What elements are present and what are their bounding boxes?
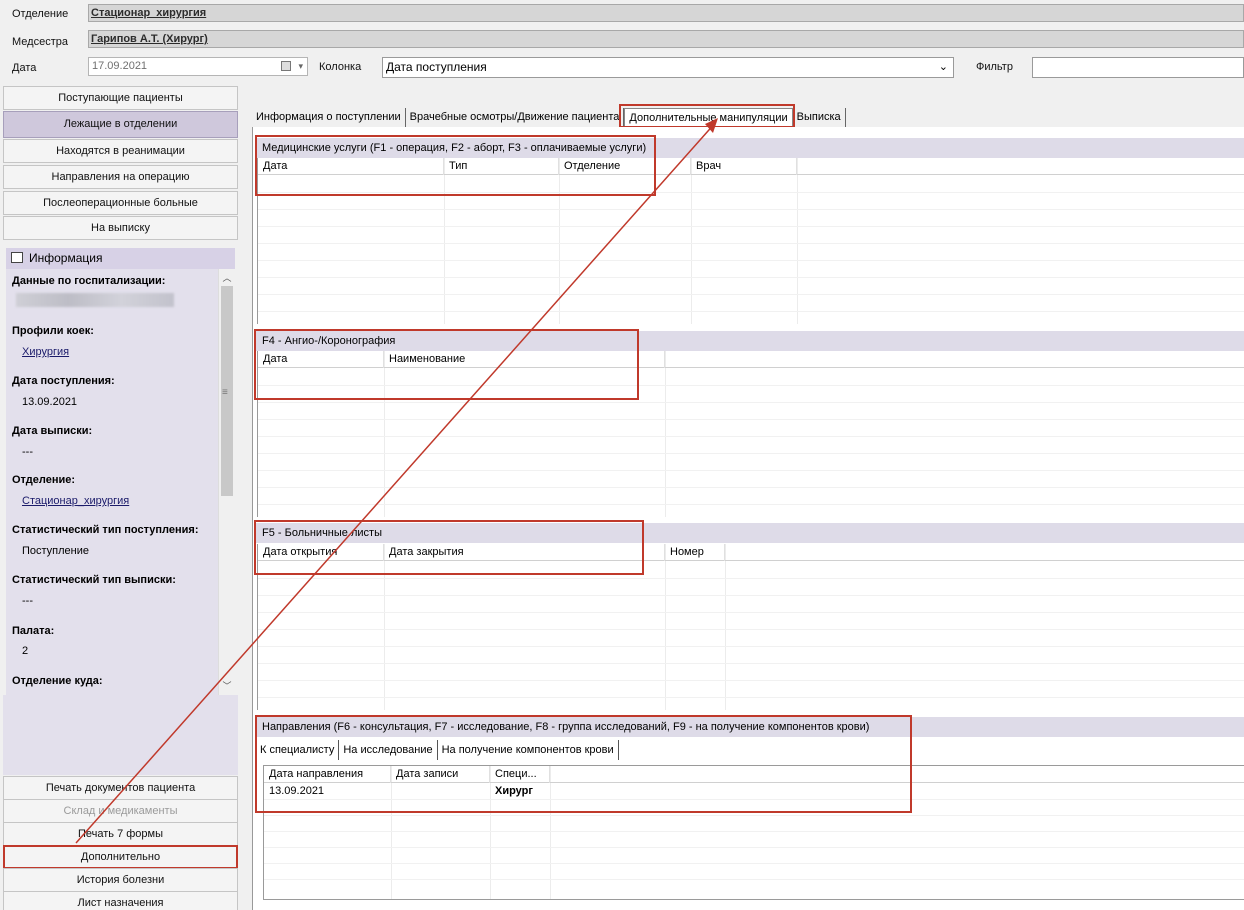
arrow-line (75, 121, 717, 844)
annotation-arrow (75, 118, 718, 844)
arrowhead (705, 118, 718, 133)
